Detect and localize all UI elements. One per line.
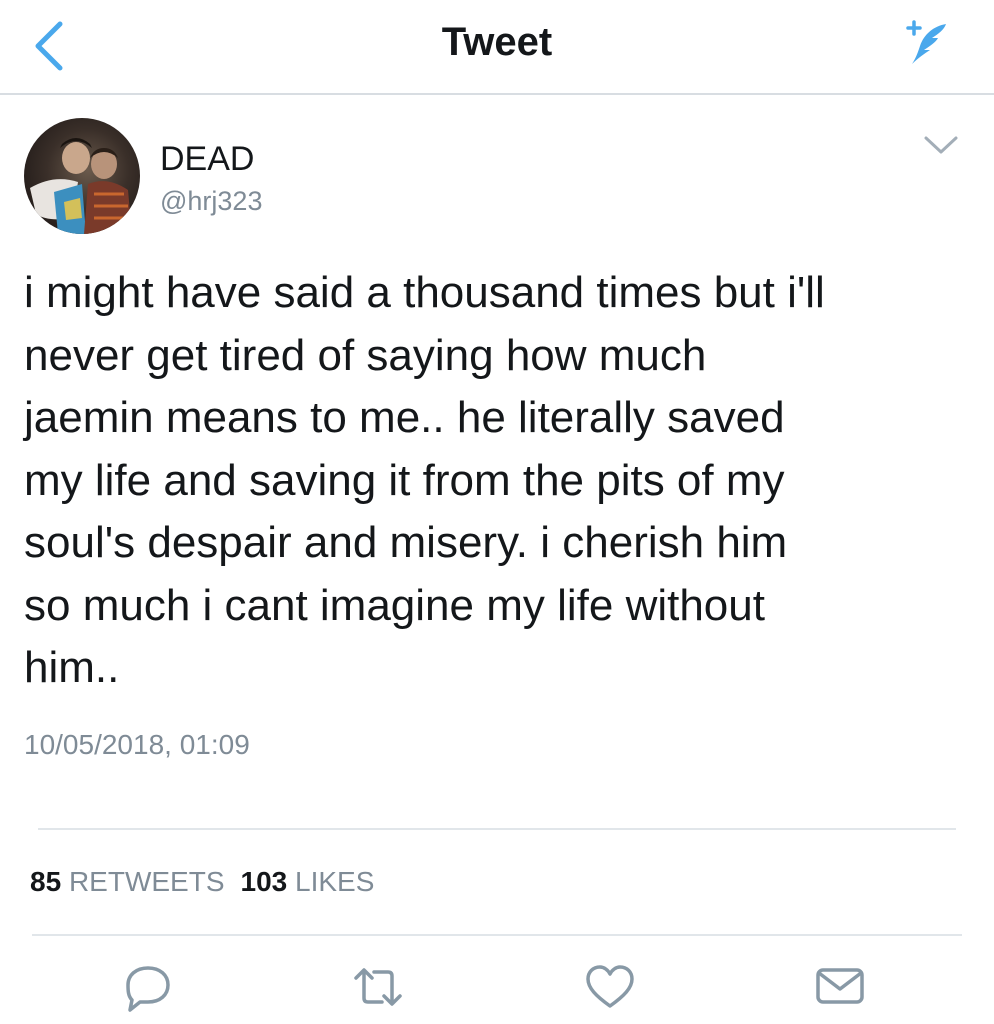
avatar[interactable] [24, 118, 140, 234]
compose-tweet-button[interactable] [900, 16, 952, 68]
likes-stat[interactable]: 103 LIKES [241, 866, 375, 897]
retweets-count: 85 [30, 866, 62, 897]
divider [38, 828, 956, 830]
envelope-icon [816, 968, 864, 1004]
likes-count: 103 [240, 866, 288, 897]
tweet-stats: 85 RETWEETS 103 LIKES [30, 866, 374, 898]
tweet-text: i might have said a thousand times but i… [24, 268, 825, 692]
reply-button[interactable] [120, 960, 176, 1014]
retweets-stat[interactable]: 85 RETWEETS [30, 866, 225, 897]
tweet-options-button[interactable] [920, 130, 962, 158]
like-button[interactable] [582, 960, 638, 1014]
retweets-label: RETWEETS [68, 866, 225, 897]
feather-compose-icon [906, 20, 946, 64]
profile-photo [30, 138, 132, 234]
retweet-icon [354, 968, 402, 1006]
divider [32, 934, 962, 936]
retweet-button[interactable] [350, 960, 406, 1014]
heart-icon [586, 965, 634, 1008]
reply-icon [126, 966, 170, 1012]
tweet-timestamp: 10/05/2018, 01:09 [24, 729, 250, 760]
author-handle[interactable]: @hrj323 [160, 186, 262, 217]
author-display-name[interactable]: DEAD [160, 140, 254, 179]
page-title: Tweet [441, 20, 553, 64]
direct-message-button[interactable] [812, 960, 868, 1014]
chevron-down-icon [924, 136, 958, 154]
likes-label: LIKES [295, 866, 375, 897]
